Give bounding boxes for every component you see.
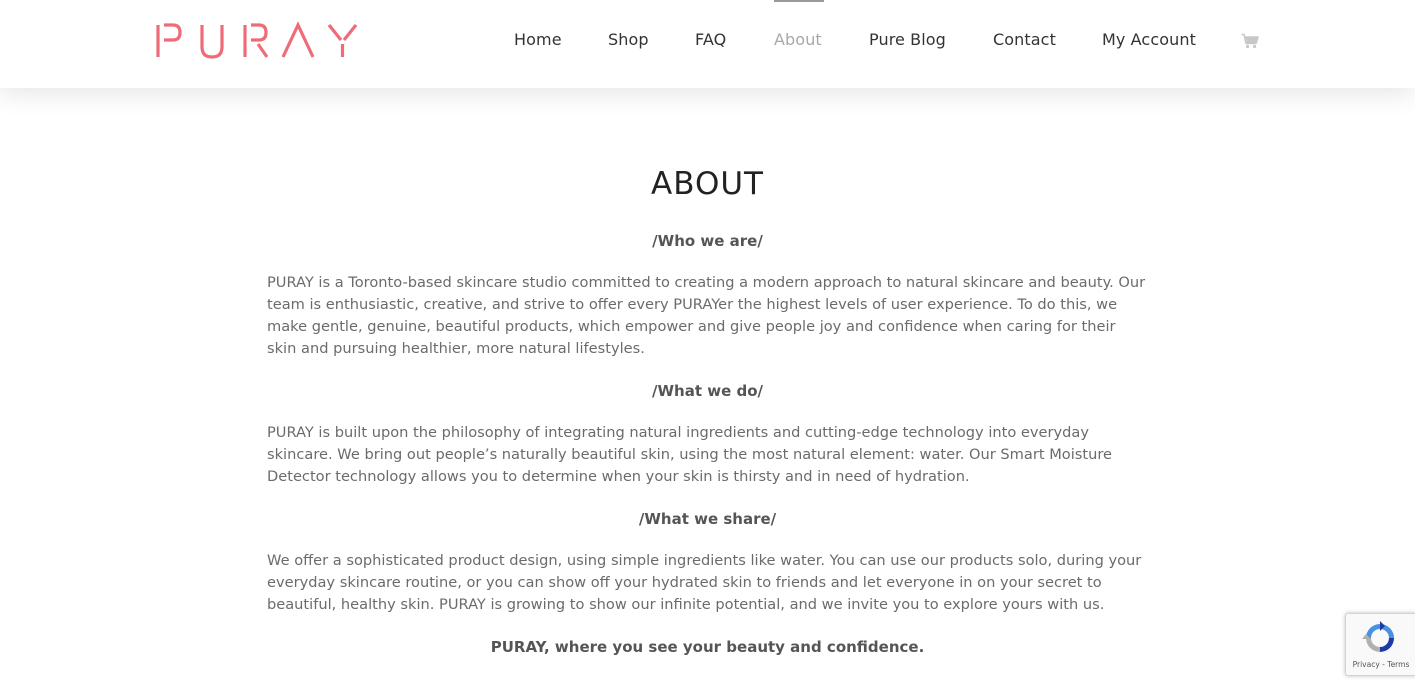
- cart-icon[interactable]: [1241, 33, 1259, 49]
- nav-pure-blog[interactable]: Pure Blog: [869, 30, 946, 54]
- recaptcha-links: Privacy - Terms: [1346, 660, 1415, 669]
- puray-logo[interactable]: [155, 21, 361, 61]
- nav-my-account[interactable]: My Account: [1102, 30, 1196, 54]
- paragraph-what-we-share: We offer a sophisticated product design,…: [267, 552, 1142, 613]
- site-header: Home Shop FAQ About Pure Blog Contact My…: [0, 0, 1415, 88]
- recaptcha-privacy-link[interactable]: Privacy: [1353, 660, 1380, 669]
- paragraph-who-we-are: PURAY is a Toronto-based skincare studio…: [267, 274, 1146, 357]
- section-heading-what-we-share: /What we share/: [638, 510, 777, 528]
- nav-about[interactable]: About: [774, 30, 822, 54]
- section-heading-what-we-do: /What we do/: [652, 382, 763, 400]
- nav-shop[interactable]: Shop: [608, 30, 649, 54]
- paragraph-what-we-do: PURAY is built upon the philosophy of in…: [267, 424, 1113, 485]
- nav-contact[interactable]: Contact: [993, 30, 1056, 54]
- active-nav-indicator: [774, 0, 824, 2]
- page-title: ABOUT: [651, 166, 764, 202]
- about-content: ABOUT /Who we are/ PURAY is a Toronto-ba…: [0, 88, 1415, 688]
- recaptcha-terms-link[interactable]: Terms: [1387, 660, 1409, 669]
- nav-faq[interactable]: FAQ: [695, 30, 726, 54]
- tagline: PURAY, where you see your beauty and con…: [490, 638, 925, 656]
- recaptcha-icon: [1362, 621, 1394, 652]
- section-heading-who-we-are: /Who we are/: [652, 232, 763, 250]
- recaptcha-badge[interactable]: Privacy - Terms: [1345, 613, 1415, 676]
- nav-home[interactable]: Home: [514, 30, 562, 54]
